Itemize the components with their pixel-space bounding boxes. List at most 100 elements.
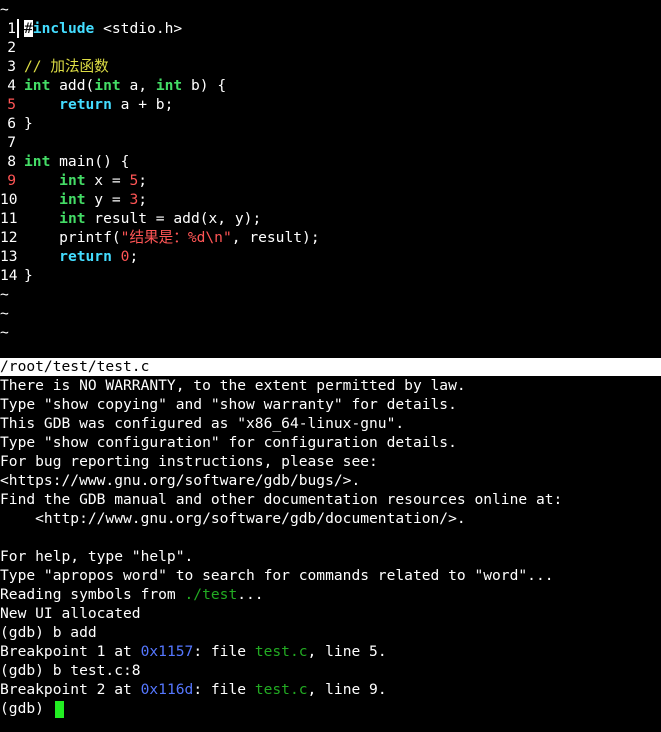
gdb-output-line: There is NO WARRANTY, to the extent perm… [0, 376, 661, 395]
line-number[interactable]: 10 [0, 190, 18, 209]
gutter-separator [17, 228, 19, 247]
keyword: int [59, 172, 86, 189]
source-line: 10 int y = 3; [0, 190, 661, 209]
gdb-output-line: (gdb) b add [0, 623, 661, 642]
gutter-separator [17, 19, 19, 38]
console-text: ... [237, 586, 264, 603]
gdb-output-line: Find the GDB manual and other documentat… [0, 490, 661, 509]
gdb-output-line: Breakpoint 2 at 0x116d: file test.c, lin… [0, 680, 661, 699]
filename: test.c [254, 681, 308, 698]
gdb-output-line: Reading symbols from ./test... [0, 585, 661, 604]
gdb-output-line: Type "apropos word" to search for comman… [0, 566, 661, 585]
code-text: ; [129, 248, 139, 265]
console-text: <http://www.gnu.org/software/gdb/documen… [0, 510, 466, 527]
line-number[interactable]: 8 [0, 152, 16, 171]
gutter-separator [17, 171, 19, 190]
source-line: 9 int x = 5; [0, 171, 661, 190]
empty-line-marker: ~ [0, 323, 661, 342]
number-literal: 5 [129, 172, 139, 189]
source-file-path: /root/test/test.c [0, 358, 150, 375]
line-number[interactable]: 14 [0, 266, 18, 285]
code-text: result = add(x, y); [85, 210, 262, 227]
line-number[interactable]: 13 [0, 247, 18, 266]
gdb-output-line: Type "show configuration" for configurat… [0, 433, 661, 452]
comment: // 加法函数 [24, 58, 109, 75]
gdb-prompt: (gdb) [0, 700, 53, 717]
console-text: Type "show configuration" for configurat… [0, 434, 457, 451]
gdb-output-line: This GDB was configured as "x86_64-linux… [0, 414, 661, 433]
gdb-output-line: For bug reporting instructions, please s… [0, 452, 661, 471]
console-text: For bug reporting instructions, please s… [0, 453, 378, 470]
console-text: (gdb) b add [0, 624, 97, 641]
source-view[interactable]: ~1 #include <stdio.h> 2 3// 加法函数 4 int add(in… [0, 0, 661, 357]
gdb-output-line: New UI allocated [0, 604, 661, 623]
code-text: ; [138, 191, 148, 208]
gutter-separator [17, 114, 19, 133]
keyword: return [59, 96, 112, 113]
line-number[interactable]: 3 [0, 57, 16, 76]
keyword: int [155, 77, 183, 94]
console-text: , line 5. [307, 643, 387, 660]
code-text: ; [138, 172, 148, 189]
breakpoint-line-number[interactable]: 9 [0, 171, 16, 190]
source-line: 11 int result = add(x, y); [0, 209, 661, 228]
code-text: a + b; [111, 96, 174, 113]
code-text: } [24, 115, 33, 132]
gdb-console[interactable]: There is NO WARRANTY, to the extent perm… [0, 376, 661, 718]
tilde-marker: ~ [0, 305, 9, 322]
source-line: 14} [0, 266, 661, 285]
source-line: 3 // 加法函数 [0, 57, 661, 76]
console-text: New UI allocated [0, 605, 141, 622]
gdb-output-line: Breakpoint 1 at 0x1157: file test.c, lin… [0, 642, 661, 661]
gutter-separator [17, 38, 19, 57]
line-number[interactable]: 11 [0, 209, 18, 228]
console-text: : file [193, 681, 255, 698]
empty-line-marker: ~ [0, 0, 661, 19]
source-line: 5 return a + b; [0, 95, 661, 114]
code-text: <stdio.h> [94, 20, 183, 37]
line-number[interactable]: 4 [0, 76, 16, 95]
gdb-output-line: (gdb) b test.c:8 [0, 661, 661, 680]
console-text: Type "apropos word" to search for comman… [0, 567, 554, 584]
line-number[interactable]: 7 [0, 133, 16, 152]
empty-line-marker: ~ [0, 285, 661, 304]
code-text: main() { [50, 153, 130, 170]
source-line: 4 int add(int a, int b) { [0, 76, 661, 95]
gutter-separator [17, 152, 19, 171]
address: 0x1157 [140, 643, 194, 660]
gutter-separator [17, 76, 19, 95]
keyword: int [24, 77, 51, 94]
editor-cursor: # [24, 20, 33, 37]
code-text: add( [50, 77, 95, 94]
console-text: <https://www.gnu.org/software/gdb/bugs/>… [0, 472, 361, 489]
tilde-marker: ~ [0, 324, 9, 341]
code-text: b) { [182, 77, 227, 94]
line-number[interactable]: 6 [0, 114, 16, 133]
source-status-bar: /root/test/test.c [0, 358, 661, 376]
gdb-output: There is NO WARRANTY, to the extent perm… [0, 376, 661, 699]
string-literal: "结果是：%d\n" [120, 229, 232, 246]
line-number[interactable]: 12 [0, 228, 18, 247]
gutter-separator [17, 209, 19, 228]
breakpoint-line-number[interactable]: 5 [0, 95, 16, 114]
line-number[interactable]: 2 [0, 38, 16, 57]
console-text: This GDB was configured as "x86_64-linux… [0, 415, 405, 432]
gutter-separator [17, 247, 19, 266]
gutter-separator [17, 266, 19, 285]
console-text: Find the GDB manual and other documentat… [0, 491, 563, 508]
gutter-separator [17, 57, 19, 76]
source-line: 6} [0, 114, 661, 133]
keyword: int [24, 153, 51, 170]
keyword: int [94, 77, 121, 94]
source-line: 8 int main() { [0, 152, 661, 171]
line-number[interactable]: 1 [0, 19, 16, 38]
keyword: include [32, 20, 95, 37]
console-text: Breakpoint 1 at [0, 643, 141, 660]
keyword: return [59, 248, 112, 265]
code-text: , result); [231, 229, 320, 246]
gdb-prompt-line[interactable]: (gdb) [0, 699, 661, 718]
